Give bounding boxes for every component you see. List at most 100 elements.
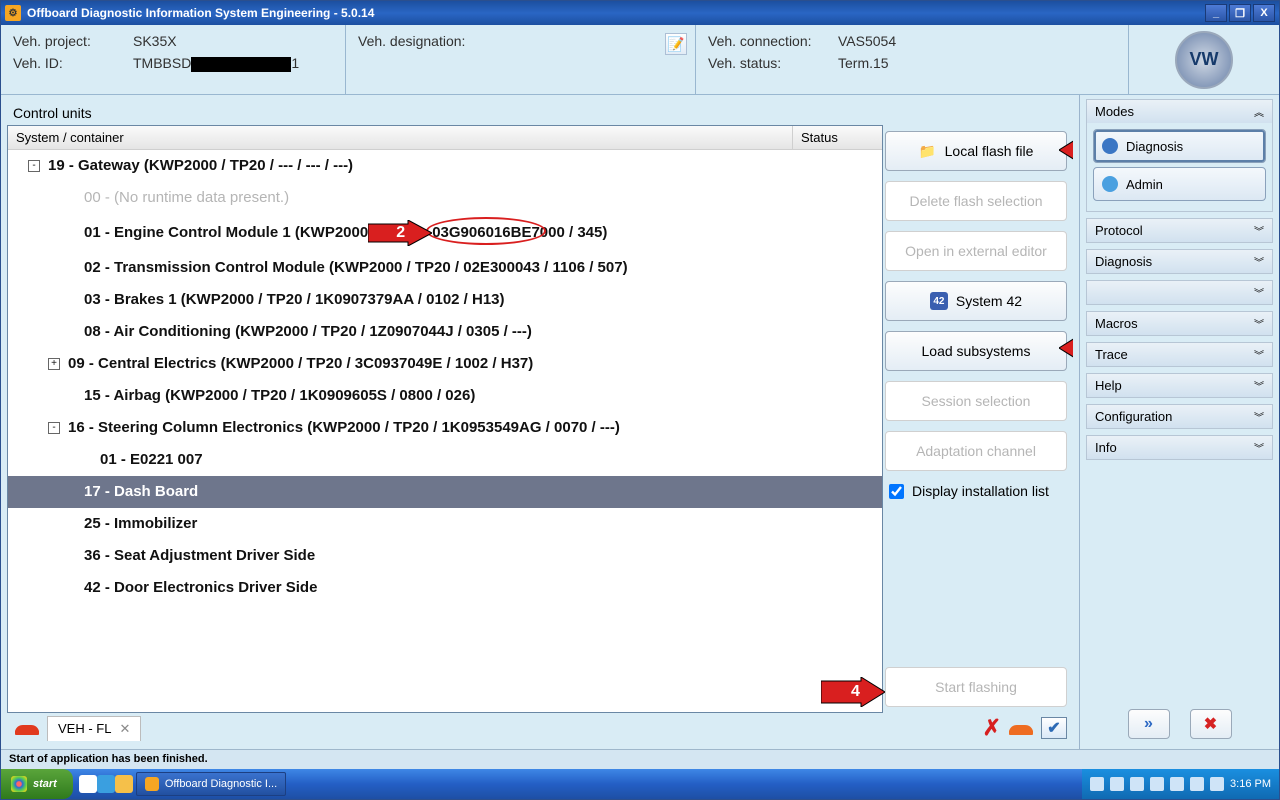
collapse-icon[interactable]: - [48, 422, 60, 434]
tree-node-16-sub[interactable]: 01 - E0221 007 [8, 444, 882, 476]
display-installation-list-checkbox[interactable]: Display installation list [885, 481, 1067, 501]
tree-node-15-airbag[interactable]: 15 - Airbag (KWP2000 / TP20 / 1K0909605S… [8, 380, 882, 412]
tree-header: System / container Status [8, 126, 882, 150]
veh-project-value: SK35X [133, 33, 177, 49]
tree-node-02-tcm[interactable]: 02 - Transmission Control Module (KWP200… [8, 252, 882, 284]
veh-id-label: Veh. ID: [13, 55, 133, 72]
forward-button[interactable]: » [1128, 709, 1170, 739]
tree-node-17-dashboard[interactable]: 17 - Dash Board [8, 476, 882, 508]
acc-trace-header[interactable]: Trace︾ [1087, 343, 1272, 366]
acc-info-header[interactable]: Info︾ [1087, 436, 1272, 459]
cancel-button[interactable]: ✖ [1190, 709, 1232, 739]
action-column: 📁Local flash file Delete flash selection… [883, 125, 1073, 713]
tree-node-01-ecm[interactable]: 01 - Engine Control Module 1 (KWP2000 2 … [8, 214, 882, 252]
tree-body[interactable]: -19 - Gateway (KWP2000 / TP20 / --- / --… [8, 150, 882, 712]
acc-modes: Modes︽ Diagnosis Admin [1086, 99, 1273, 212]
acc-macros-header[interactable]: Macros︾ [1087, 312, 1272, 335]
system-tray: 3:16 PM [1082, 769, 1279, 799]
task-icon [145, 777, 159, 791]
tray-icon[interactable] [1130, 777, 1144, 791]
acc-protocol-header[interactable]: Protocol︾ [1087, 219, 1272, 242]
chevron-up-icon: ︽ [1254, 104, 1264, 119]
tabs-row: VEH - FL✕ ✗ ✔ [7, 713, 1073, 743]
car-icon [13, 719, 41, 737]
tray-icon[interactable] [1150, 777, 1164, 791]
taskbar-task[interactable]: Offboard Diagnostic I... [136, 772, 286, 796]
tray-icon[interactable] [1170, 777, 1184, 791]
app-icon: ⚙ [5, 5, 21, 21]
open-external-editor-button: Open in external editor [885, 231, 1067, 271]
tree-node-00[interactable]: 00 - (No runtime data present.) [8, 182, 882, 214]
veh-status-label: Veh. status: [708, 55, 838, 71]
side-panel: Modes︽ Diagnosis Admin Protocol︾ Diagnos… [1079, 95, 1279, 749]
chevron-down-icon: ︾ [1254, 409, 1264, 424]
annotation-2: 2 [396, 223, 405, 243]
chevron-down-icon: ︾ [1254, 440, 1264, 455]
tree-node-36-seat[interactable]: 36 - Seat Adjustment Driver Side [8, 540, 882, 572]
tree-node-25-immo[interactable]: 25 - Immobilizer [8, 508, 882, 540]
load-subsystems-button[interactable]: Load subsystems [885, 331, 1067, 371]
tab-veh-fl[interactable]: VEH - FL✕ [47, 716, 141, 741]
title-bar: ⚙ Offboard Diagnostic Information System… [1, 1, 1279, 25]
vehicle-header: Veh. project:SK35X Veh. ID:TMBBSD1 Veh. … [1, 25, 1279, 95]
collapse-icon[interactable]: - [28, 160, 40, 172]
tray-icon[interactable] [1210, 777, 1224, 791]
start-flashing-button: Start flashing [885, 667, 1067, 707]
acc-help-header[interactable]: Help︾ [1087, 374, 1272, 397]
display-installation-list-input[interactable] [889, 484, 904, 499]
local-flash-file-button[interactable]: 📁Local flash file [885, 131, 1067, 171]
quicklaunch-explorer-icon[interactable] [115, 775, 133, 793]
tray-icon[interactable] [1090, 777, 1104, 791]
veh-connection-value: VAS5054 [838, 33, 896, 49]
folder-icon: 📁 [919, 142, 937, 160]
tree-node-42-door[interactable]: 42 - Door Electronics Driver Side [8, 572, 882, 604]
acc-config-header[interactable]: Configuration︾ [1087, 405, 1272, 428]
chevron-down-icon: ︾ [1254, 285, 1264, 300]
start-button[interactable]: start [1, 769, 73, 799]
tray-icon[interactable] [1110, 777, 1124, 791]
tray-clock[interactable]: 3:16 PM [1230, 778, 1271, 790]
col-system[interactable]: System / container [8, 126, 792, 149]
tab-close-icon[interactable]: ✕ [119, 721, 130, 737]
veh-project-label: Veh. project: [13, 33, 133, 49]
veh-status-value: Term.15 [838, 55, 889, 71]
tray-icon[interactable] [1190, 777, 1204, 791]
chevron-down-icon: ︾ [1254, 254, 1264, 269]
control-units-tree: System / container Status -19 - Gateway … [7, 125, 883, 713]
tree-node-09-central[interactable]: +09 - Central Electrics (KWP2000 / TP20 … [8, 348, 882, 380]
tree-node-gateway[interactable]: -19 - Gateway (KWP2000 / TP20 / --- / --… [8, 150, 882, 182]
chevron-down-icon: ︾ [1254, 347, 1264, 362]
delete-icon[interactable]: ✗ [983, 715, 1001, 741]
status-bar: Start of application has been finished. [1, 749, 1279, 769]
annotation-4: 4 [851, 683, 860, 701]
tree-node-16-steering[interactable]: -16 - Steering Column Electronics (KWP20… [8, 412, 882, 444]
vw-logo-icon: VW [1175, 31, 1233, 89]
mode-admin-button[interactable]: Admin [1093, 167, 1266, 201]
chevron-down-icon: ︾ [1254, 316, 1264, 331]
session-selection-button: Session selection [885, 381, 1067, 421]
annotation-circle [426, 217, 546, 245]
tree-node-08-ac[interactable]: 08 - Air Conditioning (KWP2000 / TP20 / … [8, 316, 882, 348]
mode-diagnosis-button[interactable]: Diagnosis [1093, 129, 1266, 163]
minimize-button[interactable]: _ [1205, 4, 1227, 22]
maximize-button[interactable]: ❐ [1229, 4, 1251, 22]
close-button[interactable]: X [1253, 4, 1275, 22]
quicklaunch-icon[interactable] [79, 775, 97, 793]
system-42-button[interactable]: 42System 42 [885, 281, 1067, 321]
quicklaunch-ie-icon[interactable] [97, 775, 115, 793]
adaptation-channel-button: Adaptation channel [885, 431, 1067, 471]
redacted-vin [191, 57, 291, 72]
expand-icon[interactable]: + [48, 358, 60, 370]
note-icon[interactable]: 📝 [665, 33, 687, 55]
confirm-icon[interactable]: ✔ [1041, 717, 1067, 739]
tree-node-03-brakes[interactable]: 03 - Brakes 1 (KWP2000 / TP20 / 1K090737… [8, 284, 882, 316]
acc-modes-header[interactable]: Modes︽ [1087, 100, 1272, 123]
system42-icon: 42 [930, 292, 948, 310]
delete-flash-button: Delete flash selection [885, 181, 1067, 221]
acc-blank-header[interactable]: ︾ [1087, 281, 1272, 304]
acc-diagnosis-header[interactable]: Diagnosis︾ [1087, 250, 1272, 273]
col-status[interactable]: Status [792, 126, 882, 149]
taskbar: start Offboard Diagnostic I... 3:16 PM [1, 769, 1279, 799]
car-icon[interactable] [1007, 719, 1035, 737]
app-window: ⚙ Offboard Diagnostic Information System… [0, 0, 1280, 800]
